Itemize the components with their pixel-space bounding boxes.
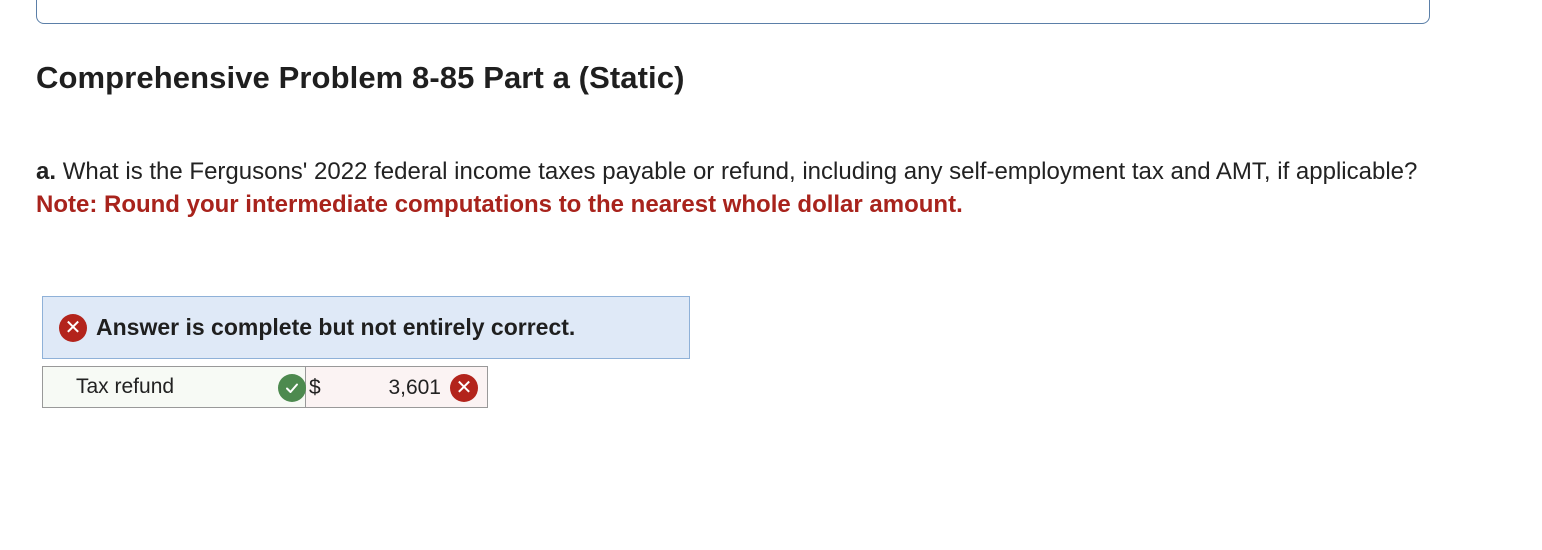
page: Comprehensive Problem 8-85 Part a (Stati… <box>0 0 1542 550</box>
answer-label: Tax refund <box>76 375 175 398</box>
answer-label-cell: Tax refund <box>42 366 306 408</box>
question-note: Note: Round your intermediate computatio… <box>36 191 963 218</box>
answer-value-field[interactable]: $ 3,601 ✕ <box>306 366 488 408</box>
page-title: Comprehensive Problem 8-85 Part a (Stati… <box>36 60 685 95</box>
currency-symbol: $ <box>309 376 321 399</box>
question-part-label: a. <box>36 158 57 185</box>
table-row: Tax refund $ 3,601 ✕ <box>42 366 488 408</box>
question-text: What is the Fergusons' 2022 federal inco… <box>62 158 1418 185</box>
answer-value: 3,601 <box>388 376 441 399</box>
x-circle-icon: ✕ <box>59 313 87 342</box>
feedback-message: Answer is complete but not entirely corr… <box>96 314 576 340</box>
check-circle-icon <box>278 374 306 402</box>
feedback-banner: ✕ Answer is complete but not entirely co… <box>42 296 690 359</box>
previous-content-panel <box>36 0 1430 24</box>
question-block: a. What is the Fergusons' 2022 federal i… <box>36 155 1506 221</box>
x-circle-icon: ✕ <box>450 374 478 402</box>
